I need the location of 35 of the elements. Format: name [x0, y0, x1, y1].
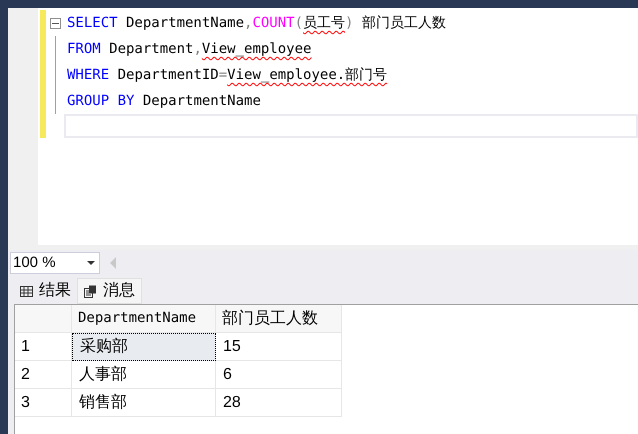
table-cell[interactable]: 15	[216, 333, 342, 361]
code-token: ,	[193, 41, 202, 57]
grid-icon	[20, 286, 33, 296]
row-number: 2	[15, 361, 72, 389]
code-token: DepartmentName	[142, 93, 261, 109]
code-token: COUNT	[252, 15, 295, 31]
table-cell[interactable]: 人事部	[72, 361, 216, 389]
code-token: 部门员工人数	[360, 15, 446, 31]
result-tab[interactable]: 消息	[77, 278, 142, 304]
column-header[interactable]: DepartmentName	[72, 305, 216, 333]
code-token: DepartmentID	[116, 67, 219, 83]
column-header[interactable]: 部门员工人数	[216, 305, 342, 333]
table-cell[interactable]: 28	[216, 389, 342, 417]
code-token: DepartmentName	[125, 15, 244, 31]
code-token: FROM	[67, 41, 101, 57]
code-token: )	[345, 15, 354, 31]
code-token: WHERE	[67, 67, 110, 83]
code-token: (	[294, 15, 304, 31]
zoom-dropdown[interactable]: 100 %	[10, 252, 100, 274]
row-number: 3	[15, 389, 72, 417]
code-token: SELECT	[67, 15, 118, 31]
code-token: Department	[108, 41, 194, 57]
message-icon	[84, 284, 97, 298]
table-cell[interactable]: 销售部	[72, 389, 216, 417]
scroll-left-icon[interactable]	[110, 257, 116, 269]
collapse-icon[interactable]	[50, 18, 60, 28]
code-token: ,	[244, 15, 252, 31]
error-underlined-code-token: View_employee.部门号	[227, 67, 388, 83]
error-underlined-code-token: View_employee	[202, 41, 312, 57]
caret-icon	[87, 261, 95, 265]
code-token: =	[218, 67, 228, 83]
error-underlined-code-token: 员工号	[303, 15, 346, 31]
table-cell[interactable]: 采购部	[72, 333, 216, 361]
table-cell[interactable]: 6	[216, 361, 342, 389]
code-token: GROUP BY	[67, 93, 134, 109]
